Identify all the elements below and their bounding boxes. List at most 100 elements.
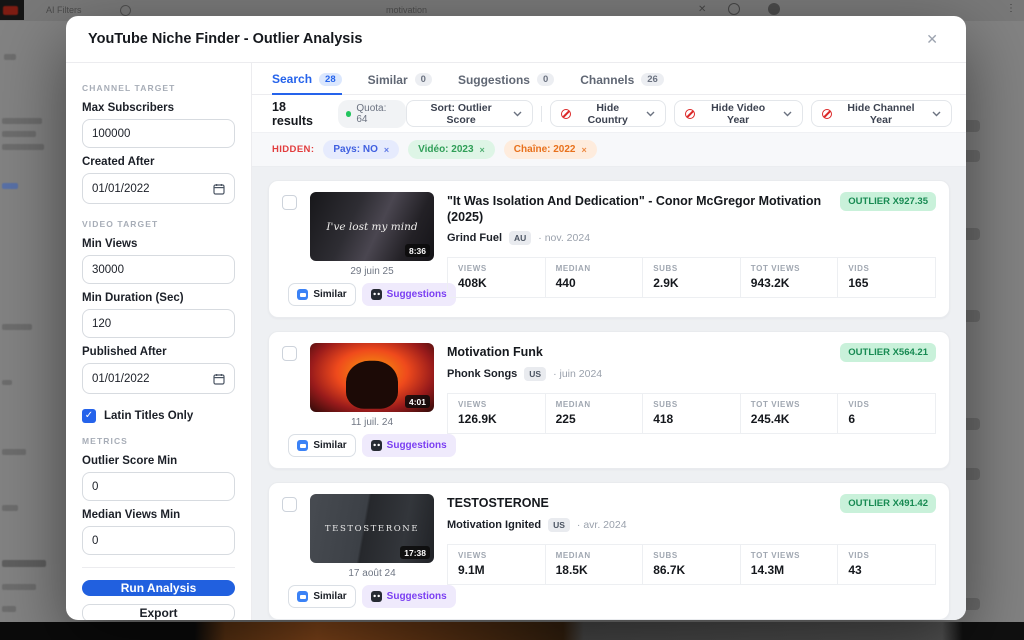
- card-checkbox[interactable]: [282, 195, 297, 210]
- outlier-score-badge: OUTLIER X927.35: [840, 192, 936, 211]
- card-checkbox[interactable]: [282, 346, 297, 361]
- duration-badge: 8:36: [405, 244, 430, 257]
- latin-titles-checkbox-row[interactable]: ✓ Latin Titles Only: [82, 409, 235, 423]
- similar-icon: [297, 440, 308, 451]
- tab-count-badge: 0: [537, 73, 554, 86]
- chip-label: Pays: NO: [333, 144, 377, 155]
- quota-text: Quota: 64: [356, 103, 398, 125]
- stat-label: SUBS: [653, 264, 730, 273]
- created-after-input[interactable]: 01/01/2022: [82, 173, 235, 204]
- hidden-chip-country[interactable]: Pays: NO ×: [323, 140, 399, 159]
- stat-label: SUBS: [653, 551, 730, 560]
- stat-tot-views: TOT VIEWS943.2K: [740, 258, 838, 297]
- thumbnail-column: 4:01 11 juil. 24 Similar Suggestions: [310, 343, 434, 457]
- published-after-input[interactable]: 01/01/2022: [82, 363, 235, 394]
- similar-button[interactable]: Similar: [288, 585, 355, 608]
- field-min-duration: Min Duration (Sec): [82, 292, 235, 338]
- stat-vids: VIDS165: [837, 258, 935, 297]
- robot-icon: [371, 591, 382, 602]
- close-button[interactable]: ✕: [920, 31, 944, 47]
- channel-name[interactable]: Grind Fuel: [447, 232, 502, 244]
- outlier-score-min-input[interactable]: [82, 472, 235, 501]
- stat-value: 245.4K: [751, 412, 828, 426]
- tab-label: Suggestions: [458, 73, 530, 87]
- hidden-chip-video-year[interactable]: Vidéo: 2023 ×: [408, 140, 495, 159]
- suggestions-label: Suggestions: [387, 591, 447, 602]
- similar-button[interactable]: Similar: [288, 283, 355, 306]
- calendar-icon[interactable]: [213, 373, 225, 385]
- tab-channels[interactable]: Channels 26: [580, 72, 664, 94]
- suggestions-label: Suggestions: [387, 289, 447, 300]
- filters-sidebar: CHANNEL TARGET Max Subscribers Created A…: [66, 63, 252, 620]
- stat-value: 440: [556, 276, 633, 290]
- video-thumbnail[interactable]: I've lost my mind 8:36: [310, 192, 434, 261]
- channel-date: · juin 2024: [553, 368, 602, 380]
- remove-chip-icon[interactable]: ×: [480, 145, 485, 155]
- min-views-input[interactable]: [82, 255, 235, 284]
- stat-vids: VIDS 43: [837, 545, 935, 584]
- field-label: Min Views: [82, 238, 235, 250]
- results-count: 18 results: [272, 100, 328, 128]
- stat-label: VIEWS: [458, 400, 535, 409]
- field-label: Created After: [82, 156, 235, 168]
- stat-value: 2.9K: [653, 276, 730, 290]
- video-thumbnail[interactable]: 4:01: [310, 343, 434, 412]
- channel-name[interactable]: Phonk Songs: [447, 368, 517, 380]
- stat-subs: SUBS86.7K: [642, 545, 740, 584]
- remove-chip-icon[interactable]: ×: [582, 145, 587, 155]
- hide-country-dropdown[interactable]: Hide Country: [550, 100, 666, 127]
- run-analysis-button[interactable]: Run Analysis: [82, 580, 235, 596]
- country-badge: US: [548, 518, 570, 532]
- similar-button[interactable]: Similar: [288, 434, 355, 457]
- tab-label: Similar: [368, 73, 408, 87]
- video-thumbnail[interactable]: TESTOSTERONE 17:38: [310, 494, 434, 563]
- channel-name[interactable]: Motivation Ignited: [447, 519, 541, 531]
- card-checkbox[interactable]: [282, 497, 297, 512]
- suggestions-button[interactable]: Suggestions: [362, 283, 456, 306]
- date-value: 01/01/2022: [92, 373, 150, 385]
- divider: [82, 567, 235, 568]
- thumbnail-column: TESTOSTERONE 17:38 17 août 24 Similar: [310, 494, 434, 608]
- hide-video-year-label: Hide Video Year: [701, 102, 775, 126]
- hide-country-label: Hide Country: [577, 102, 638, 126]
- video-title[interactable]: TESTOSTERONE: [447, 494, 549, 511]
- median-views-min-input[interactable]: [82, 526, 235, 555]
- section-channel-target: CHANNEL TARGET: [82, 83, 235, 93]
- suggestions-button[interactable]: Suggestions: [362, 585, 456, 608]
- calendar-icon[interactable]: [213, 183, 225, 195]
- video-title[interactable]: "It Was Isolation And Dedication" - Cono…: [447, 192, 828, 226]
- remove-chip-icon[interactable]: ×: [384, 145, 389, 155]
- field-label: Median Views Min: [82, 509, 235, 521]
- hide-video-year-dropdown[interactable]: Hide Video Year: [674, 100, 803, 127]
- tab-similar[interactable]: Similar 0: [368, 72, 432, 94]
- hide-channel-year-dropdown[interactable]: Hide Channel Year: [811, 100, 952, 127]
- checkbox-checked-icon[interactable]: ✓: [82, 409, 96, 423]
- card-info-top: Motivation Funk OUTLIER X564.21: [447, 343, 936, 362]
- country-badge: AU: [509, 231, 531, 245]
- hidden-filters-row: HIDDEN: Pays: NO × Vidéo: 2023 × Chaîne:…: [252, 132, 966, 167]
- stat-value: 43: [848, 563, 925, 577]
- thumbnail-caption: TESTOSTERONE: [319, 524, 425, 534]
- stat-value: 408K: [458, 276, 535, 290]
- similar-label: Similar: [313, 591, 346, 602]
- stat-label: VIDS: [848, 551, 925, 560]
- tab-suggestions[interactable]: Suggestions 0: [458, 72, 554, 94]
- stat-value: 165: [848, 276, 925, 290]
- stat-views: VIEWS9.1M: [448, 545, 545, 584]
- tab-search[interactable]: Search 28: [272, 72, 342, 95]
- country-badge: US: [524, 367, 546, 381]
- video-title[interactable]: Motivation Funk: [447, 343, 543, 360]
- min-duration-input[interactable]: [82, 309, 235, 338]
- field-created-after: Created After 01/01/2022: [82, 156, 235, 204]
- suggestions-button[interactable]: Suggestions: [362, 434, 456, 457]
- background-fragment: [2, 131, 36, 137]
- stat-value: 6: [848, 412, 925, 426]
- chevron-down-icon: [783, 111, 792, 117]
- thumbnail-column: I've lost my mind 8:36 29 juin 25 Simila…: [310, 192, 434, 306]
- hidden-chip-channel-year[interactable]: Chaîne: 2022 ×: [504, 140, 597, 159]
- field-label: Min Duration (Sec): [82, 292, 235, 304]
- export-button[interactable]: Export: [82, 604, 235, 620]
- modal-header: YouTube Niche Finder - Outlier Analysis …: [66, 16, 966, 63]
- sort-dropdown[interactable]: Sort: Outlier Score: [406, 100, 533, 127]
- max-subscribers-input[interactable]: [82, 119, 235, 148]
